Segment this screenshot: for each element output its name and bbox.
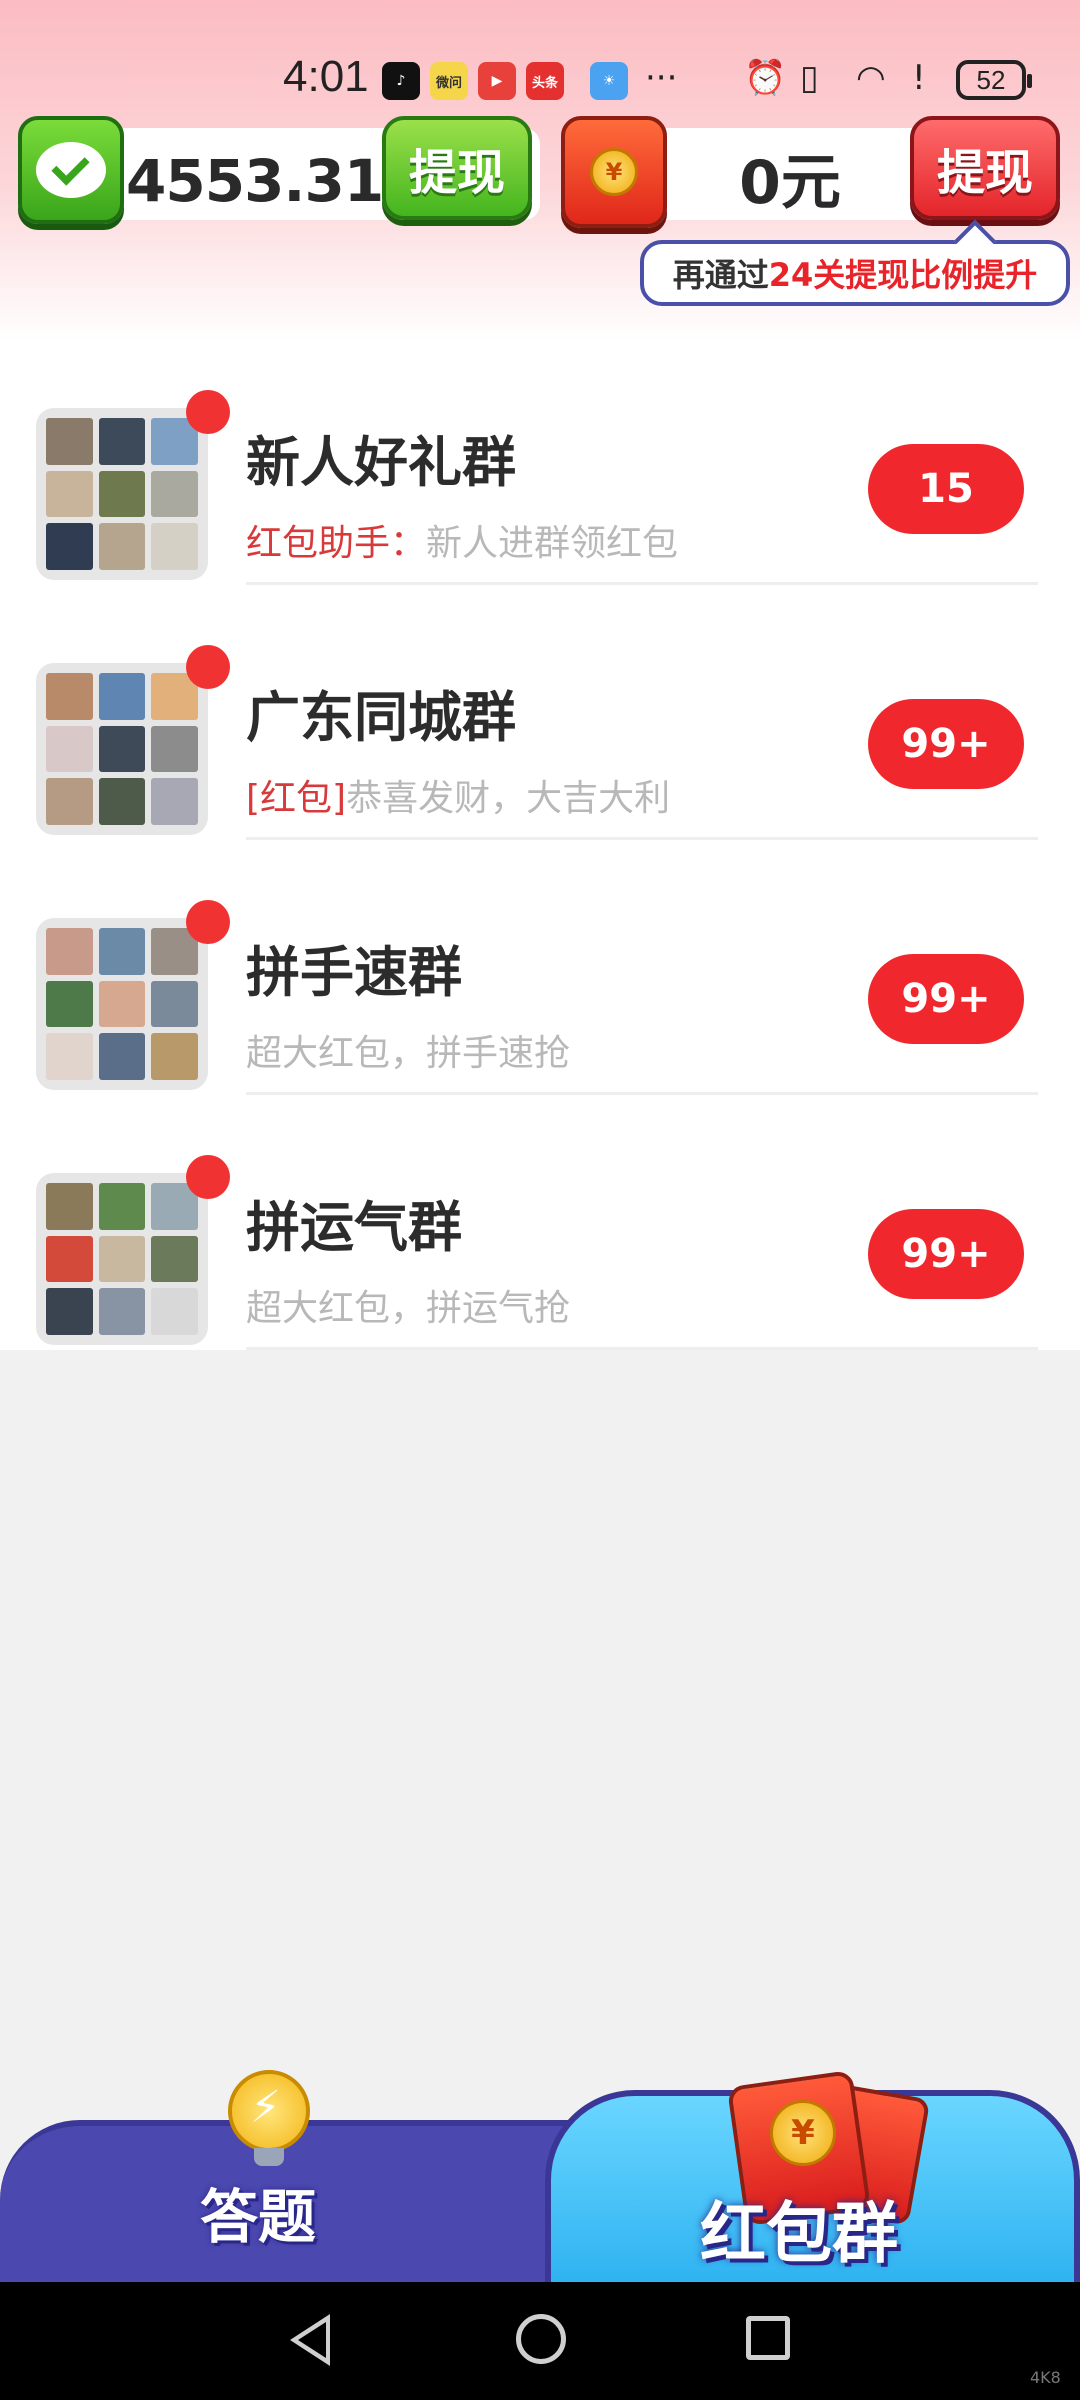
video-app-icon: ▶ xyxy=(478,62,516,100)
group-list: 新人好礼群 红包助手：新人进群领红包 15 广东同城群 [红包]恭喜发财，大吉大… xyxy=(0,340,1080,1350)
group-name: 广东同城群 xyxy=(246,686,516,749)
lightning-icon: ⚡ xyxy=(250,2082,281,2133)
back-icon[interactable] xyxy=(290,2314,330,2366)
wechat-wallet-button[interactable] xyxy=(18,116,124,224)
group-preview: 超大红包，拼手速抢 xyxy=(246,1024,570,1076)
toutiao-app-icon: 头条 xyxy=(526,62,564,100)
group-row-guangdong[interactable]: 广东同城群 [红包]恭喜发财，大吉大利 99+ xyxy=(0,595,1080,850)
weather-app-icon: ☀ xyxy=(590,62,628,100)
yuan-coin-icon: ¥ xyxy=(590,148,638,196)
vibrate-icon: ▯ xyxy=(800,58,819,98)
status-bar: 4:01 ♪ 微问 ▶ 头条 ☀ ··· ⏰ ▯ ◠ ! 52 xyxy=(0,40,1080,120)
group-row-pinshousu[interactable]: 拼手速群 超大红包，拼手速抢 99+ xyxy=(0,850,1080,1105)
group-row-pinyunqi[interactable]: 拼运气群 超大红包，拼运气抢 99+ xyxy=(0,1105,1080,1360)
withdraw-tip-tooltip: 再通过 24关提现比例提升 xyxy=(640,240,1070,306)
more-notifications-icon: ··· xyxy=(645,58,678,98)
douyin-app-icon: ♪ xyxy=(382,62,420,100)
withdraw-wallet-button[interactable]: 提现 xyxy=(382,116,532,220)
preview-message: 超大红包，拼运气抢 xyxy=(246,1288,571,1329)
group-preview: 超大红包，拼运气抢 xyxy=(246,1279,570,1331)
group-name: 拼运气群 xyxy=(246,1196,462,1259)
status-time: 4:01 xyxy=(283,52,369,101)
unread-count-badge: 15 xyxy=(868,444,1024,534)
battery-icon: 52 xyxy=(956,60,1032,100)
unread-count-badge: 99+ xyxy=(868,1209,1024,1299)
red-envelope-button[interactable]: ¥ xyxy=(561,116,667,228)
row-divider xyxy=(246,582,1038,585)
preview-message: 新人进群领红包 xyxy=(426,523,679,564)
wechat-pay-icon xyxy=(36,142,106,198)
preview-sender: 红包助手： xyxy=(246,523,427,564)
tooltip-highlight: 24关提现比例提升 xyxy=(768,256,1038,294)
group-avatar xyxy=(36,1173,208,1345)
unread-dot xyxy=(186,1155,230,1199)
preview-message: 恭喜发财，大吉大利 xyxy=(346,778,671,819)
group-row-xinren[interactable]: 新人好礼群 红包助手：新人进群领红包 15 xyxy=(0,340,1080,595)
group-avatar xyxy=(36,918,208,1090)
tab-red-envelope-group-label[interactable]: 红包群 xyxy=(700,2180,898,2276)
watermark: 4K8 xyxy=(1030,2368,1061,2387)
withdraw-red-envelope-button[interactable]: 提现 xyxy=(910,116,1060,220)
recent-apps-icon[interactable] xyxy=(746,2316,790,2360)
unread-dot xyxy=(186,645,230,689)
group-preview: 红包助手：新人进群领红包 xyxy=(246,514,678,566)
unread-dot xyxy=(186,900,230,944)
home-icon[interactable] xyxy=(516,2314,566,2364)
preview-tag: [红包] xyxy=(246,778,347,819)
weiwen-app-icon: 微问 xyxy=(430,62,468,100)
tab-answer-label[interactable]: 答题 xyxy=(200,2170,316,2254)
unread-count-badge: 99+ xyxy=(868,954,1024,1044)
wifi-icon: ◠ xyxy=(856,58,886,98)
tooltip-prefix: 再通过 xyxy=(672,256,769,294)
group-avatar xyxy=(36,408,208,580)
group-name: 拼手速群 xyxy=(246,941,462,1004)
red-envelope-amount: 0元 xyxy=(739,148,841,218)
preview-message: 超大红包，拼手速抢 xyxy=(246,1033,571,1074)
unread-dot xyxy=(186,390,230,434)
row-divider xyxy=(246,1092,1038,1095)
row-divider xyxy=(246,837,1038,840)
group-preview: [红包]恭喜发财，大吉大利 xyxy=(246,769,670,821)
yuan-coin-icon: ¥ xyxy=(770,2100,836,2166)
unread-count-badge: 99+ xyxy=(868,699,1024,789)
row-divider xyxy=(246,1347,1038,1350)
group-name: 新人好礼群 xyxy=(246,431,516,494)
alarm-icon: ⏰ xyxy=(744,58,787,98)
group-avatar xyxy=(36,663,208,835)
alert-icon: ! xyxy=(912,58,926,98)
system-navigation-bar xyxy=(0,2282,1080,2400)
